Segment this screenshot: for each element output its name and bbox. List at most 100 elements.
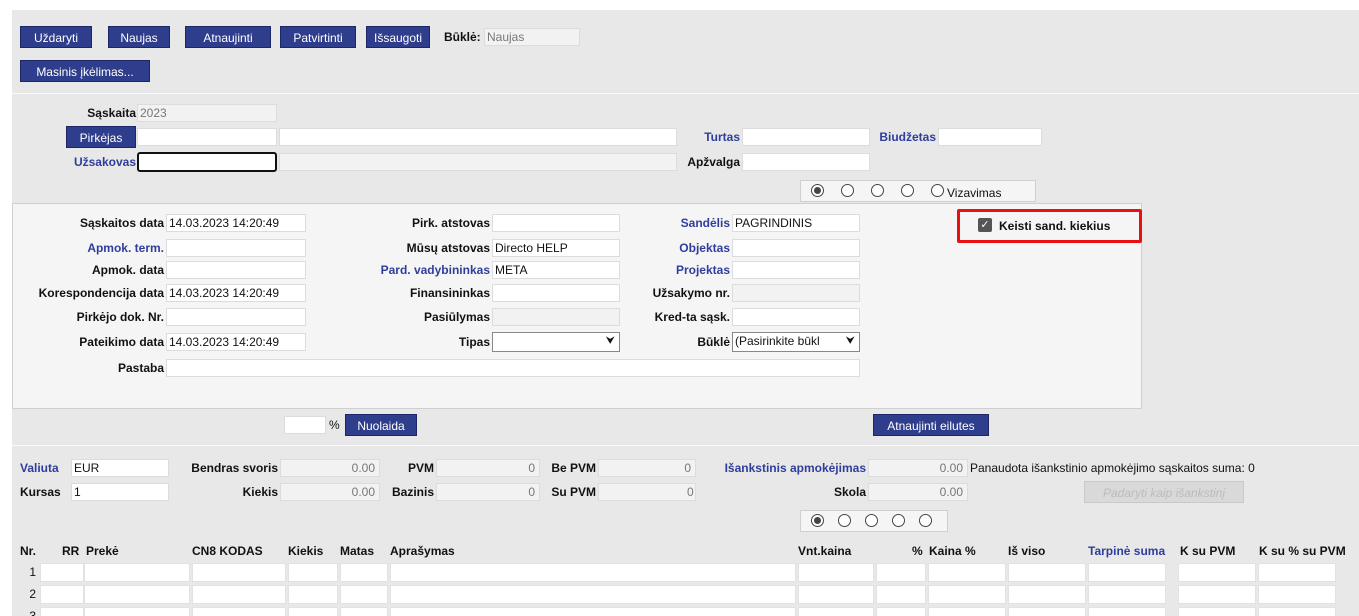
table-cell[interactable] xyxy=(288,563,338,582)
buyer-doc-field[interactable] xyxy=(166,308,306,326)
view-radio-visa[interactable] xyxy=(931,184,944,197)
row-view-radio-2[interactable] xyxy=(838,514,851,527)
object-field[interactable] xyxy=(732,239,860,257)
credit-invoice-field[interactable] xyxy=(732,308,860,326)
col-subtotal[interactable]: Tarpinė suma xyxy=(1088,542,1165,560)
change-qty-checkbox[interactable]: ✓ xyxy=(978,218,992,232)
table-cell[interactable] xyxy=(876,563,926,582)
buyer-button[interactable]: Pirkėjas xyxy=(66,126,136,148)
save-button[interactable]: Išsaugoti xyxy=(366,26,430,48)
table-cell[interactable] xyxy=(1008,607,1086,616)
table-cell[interactable] xyxy=(288,607,338,616)
payment-date-field[interactable] xyxy=(166,261,306,279)
status-select[interactable]: (Pasirinkite būkl ⮟ xyxy=(732,332,860,352)
new-button[interactable]: Naujas xyxy=(108,26,170,48)
make-prepayment-button[interactable]: Padaryti kaip išankstinį xyxy=(1084,481,1244,503)
row-view-radio-3[interactable] xyxy=(865,514,878,527)
refresh-button[interactable]: Atnaujinti xyxy=(185,26,271,48)
currency-label[interactable]: Valiuta xyxy=(20,459,59,477)
table-cell[interactable] xyxy=(192,607,286,616)
table-cell[interactable] xyxy=(928,563,1006,582)
table-cell[interactable] xyxy=(1088,607,1166,616)
view-radio-3[interactable] xyxy=(871,184,884,197)
table-cell[interactable] xyxy=(340,585,388,604)
table-cell[interactable] xyxy=(876,607,926,616)
warehouse-field[interactable]: PAGRINDINIS xyxy=(732,214,860,232)
table-cell[interactable] xyxy=(390,607,796,616)
table-cell[interactable] xyxy=(876,585,926,604)
view-radio-4[interactable] xyxy=(901,184,914,197)
table-cell[interactable] xyxy=(390,563,796,582)
orderer-field[interactable] xyxy=(137,152,277,172)
delivery-date-field[interactable]: 14.03.2023 14:20:49 xyxy=(166,333,306,351)
table-cell[interactable] xyxy=(288,585,338,604)
table-cell[interactable] xyxy=(1178,585,1256,604)
our-rep-field[interactable]: Directo HELP xyxy=(492,239,620,257)
warehouse-label[interactable]: Sandėlis xyxy=(620,214,730,232)
project-label[interactable]: Projektas xyxy=(620,261,730,279)
table-cell[interactable] xyxy=(340,563,388,582)
table-cell[interactable] xyxy=(1008,563,1086,582)
note-field[interactable] xyxy=(166,359,860,377)
table-cell[interactable] xyxy=(40,563,84,582)
update-rows-button[interactable]: Atnaujinti eilutes xyxy=(873,414,989,436)
view-radio-2[interactable] xyxy=(841,184,854,197)
buyer-code-field[interactable] xyxy=(137,128,277,146)
buyer-rep-field[interactable] xyxy=(492,214,620,232)
row-view-radio-1[interactable] xyxy=(811,514,824,527)
table-cell[interactable] xyxy=(798,585,874,604)
debt-value: 0.00 xyxy=(868,483,968,501)
payment-term-field[interactable] xyxy=(166,239,306,257)
type-select[interactable]: ⮟ xyxy=(492,332,620,352)
table-cell[interactable] xyxy=(928,585,1006,604)
budget-label[interactable]: Biudžetas xyxy=(840,128,936,146)
rate-field[interactable]: 1 xyxy=(71,483,169,501)
table-cell[interactable] xyxy=(340,607,388,616)
sales-manager-field[interactable]: META xyxy=(492,261,620,279)
review-field[interactable] xyxy=(742,153,870,171)
object-label[interactable]: Objektas xyxy=(620,239,730,257)
table-cell[interactable] xyxy=(1178,563,1256,582)
table-cell[interactable] xyxy=(1008,585,1086,604)
table-cell[interactable] xyxy=(928,607,1006,616)
table-cell[interactable] xyxy=(1258,607,1336,616)
prepayment-label[interactable]: Išankstinis apmokėjimas xyxy=(696,459,866,477)
buyer-name-field[interactable] xyxy=(279,128,677,146)
project-field[interactable] xyxy=(732,261,860,279)
table-cell[interactable] xyxy=(192,585,286,604)
table-cell[interactable] xyxy=(1258,585,1336,604)
row-view-radio-4[interactable] xyxy=(892,514,905,527)
orderer-label[interactable]: Užsakovas xyxy=(30,153,136,171)
table-cell[interactable] xyxy=(192,563,286,582)
correspondence-date-field[interactable]: 14.03.2023 14:20:49 xyxy=(166,284,306,302)
asset-label[interactable]: Turtas xyxy=(640,128,740,146)
table-cell[interactable] xyxy=(40,585,84,604)
col-item: Prekė xyxy=(86,544,119,558)
type-label: Tipas xyxy=(458,335,490,349)
invoice-date-field[interactable]: 14.03.2023 14:20:49 xyxy=(166,214,306,232)
table-cell[interactable] xyxy=(798,563,874,582)
row-view-radio-5[interactable] xyxy=(919,514,932,527)
table-cell[interactable] xyxy=(1088,585,1166,604)
confirm-button[interactable]: Patvirtinti xyxy=(280,26,356,48)
table-cell[interactable] xyxy=(84,607,190,616)
view-radio-1[interactable] xyxy=(811,184,824,197)
table-cell[interactable] xyxy=(84,563,190,582)
table-cell[interactable] xyxy=(40,607,84,616)
table-cell[interactable] xyxy=(84,585,190,604)
discount-percent-field[interactable] xyxy=(284,416,326,434)
budget-field[interactable] xyxy=(938,128,1042,146)
discount-button[interactable]: Nuolaida xyxy=(345,414,417,436)
table-cell[interactable] xyxy=(390,585,796,604)
table-cell[interactable] xyxy=(798,607,874,616)
currency-field[interactable]: EUR xyxy=(71,459,169,477)
table-cell[interactable] xyxy=(1178,607,1256,616)
review-label: Apžvalga xyxy=(687,155,740,169)
financier-field[interactable] xyxy=(492,284,620,302)
table-cell[interactable] xyxy=(1088,563,1166,582)
table-cell[interactable] xyxy=(1258,563,1336,582)
close-button[interactable]: Uždaryti xyxy=(20,26,92,48)
payment-term-label[interactable]: Apmok. term. xyxy=(14,239,164,257)
sales-manager-label[interactable]: Pard. vadybininkas xyxy=(340,261,490,279)
bulk-upload-button[interactable]: Masinis įkėlimas... xyxy=(20,60,150,82)
